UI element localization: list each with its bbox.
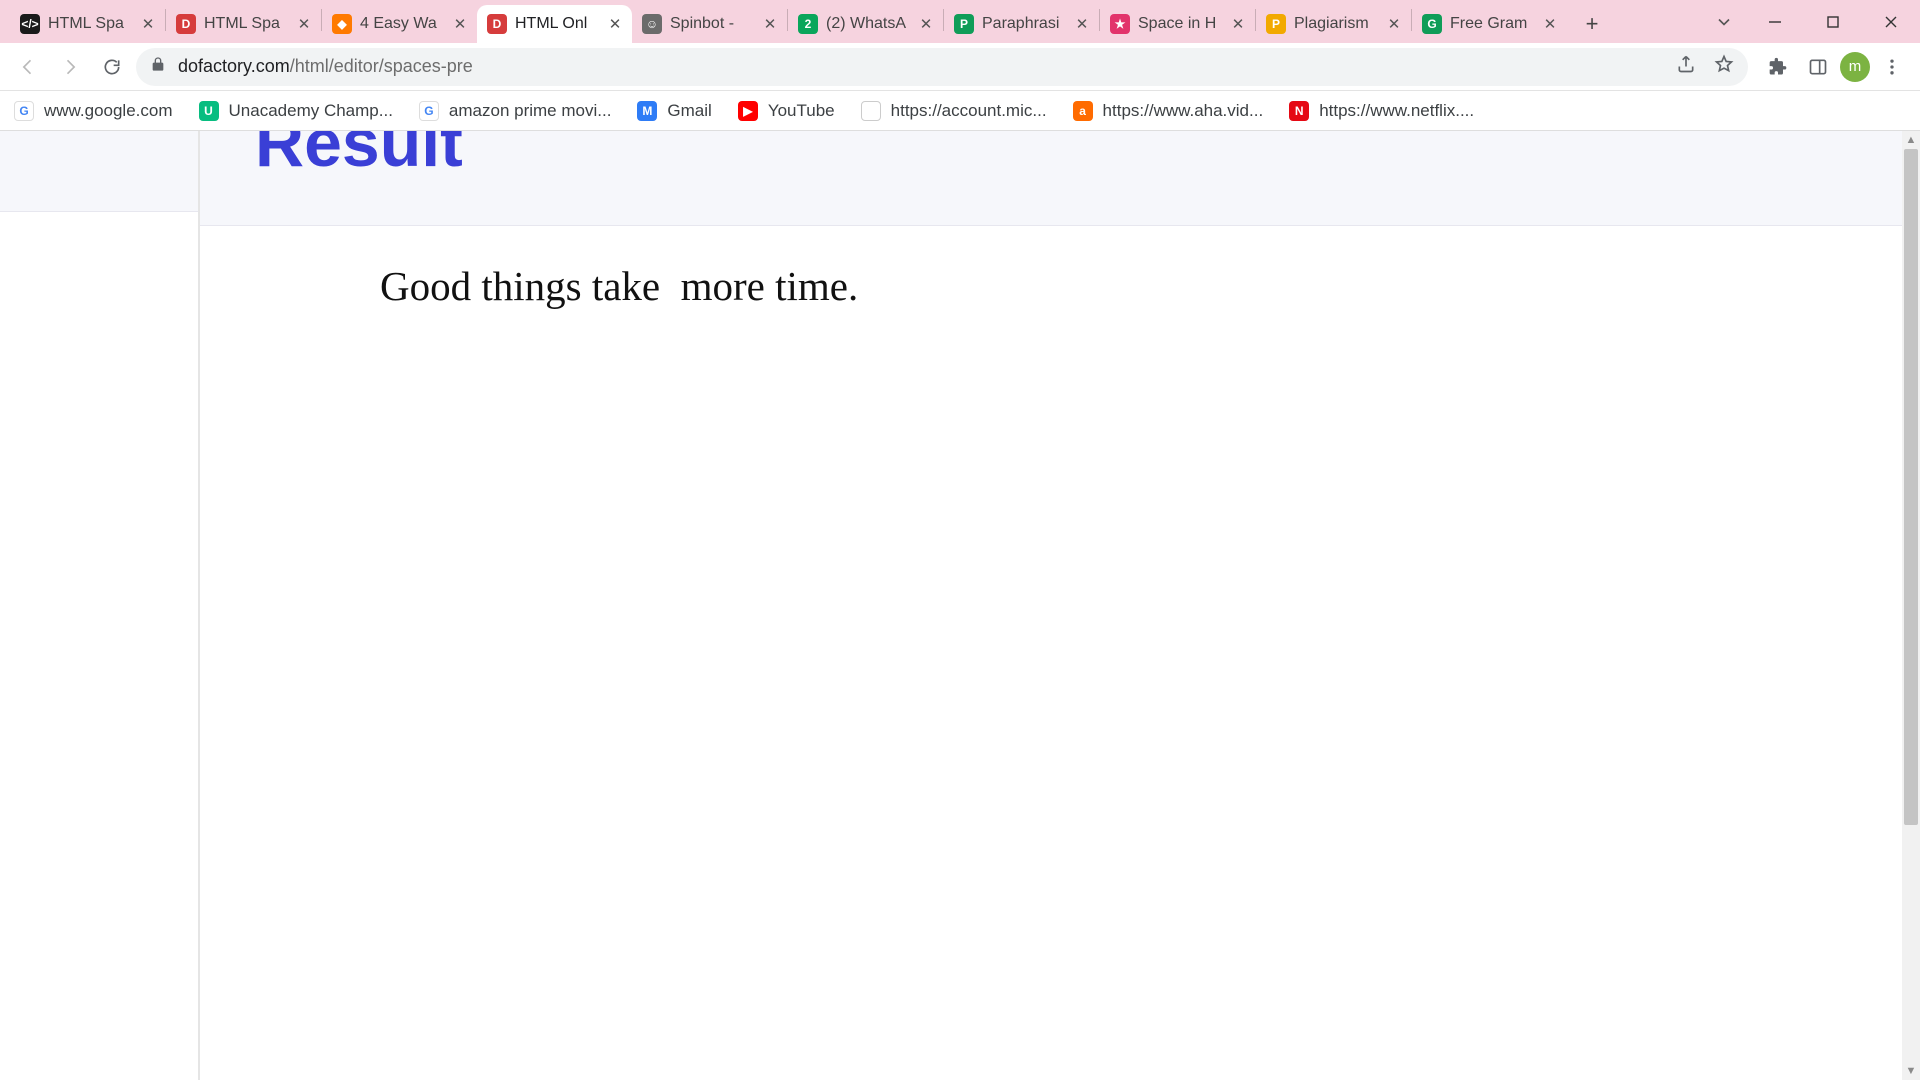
bookmark-star-icon[interactable] bbox=[1714, 54, 1734, 79]
browser-tab[interactable]: G Free Gram ✕ bbox=[1412, 5, 1567, 43]
bookmarks-bar: Gwww.google.com U Unacademy Champ... Gamazo… bbox=[0, 91, 1920, 131]
browser-tab[interactable]: </> HTML Spa ✕ bbox=[10, 5, 165, 43]
bookmark-favicon-icon: a bbox=[1073, 101, 1093, 121]
scrollbar-thumb[interactable] bbox=[1904, 149, 1918, 825]
bookmark-favicon-icon: G bbox=[419, 101, 439, 121]
tab-favicon-icon: D bbox=[487, 14, 507, 34]
browser-tab[interactable]: D HTML Spa ✕ bbox=[166, 5, 321, 43]
bookmark-label: Unacademy Champ... bbox=[229, 101, 393, 121]
extensions-button[interactable] bbox=[1760, 49, 1796, 85]
browser-tab[interactable]: D HTML Onl ✕ bbox=[477, 5, 632, 43]
bookmark-item[interactable]: Gamazon prime movi... bbox=[419, 101, 612, 121]
tab-label: HTML Spa bbox=[48, 15, 131, 33]
tab-label: Plagiarism bbox=[1294, 15, 1377, 33]
tab-close-button[interactable]: ✕ bbox=[606, 15, 624, 33]
tab-label: Paraphrasi bbox=[982, 15, 1065, 33]
browser-tab[interactable]: 2 (2) WhatsA ✕ bbox=[788, 5, 943, 43]
bookmark-item[interactable]: ▶ YouTube bbox=[738, 101, 835, 121]
tab-label: Space in H bbox=[1138, 15, 1221, 33]
tab-close-button[interactable]: ✕ bbox=[139, 15, 157, 33]
tab-label: 4 Easy Wa bbox=[360, 15, 443, 33]
url-text: dofactory.com/html/editor/spaces-pre bbox=[178, 56, 1664, 77]
tab-favicon-icon: </> bbox=[20, 14, 40, 34]
tab-label: Free Gram bbox=[1450, 15, 1533, 33]
browser-tab[interactable]: P Paraphrasi ✕ bbox=[944, 5, 1099, 43]
tab-favicon-icon: P bbox=[1266, 14, 1286, 34]
tab-favicon-icon: ☺ bbox=[642, 14, 662, 34]
url-host: dofactory.com bbox=[178, 56, 290, 76]
url-path: /html/editor/spaces-pre bbox=[290, 56, 473, 76]
bookmark-favicon-icon: U bbox=[199, 101, 219, 121]
window-controls bbox=[1702, 0, 1920, 43]
bookmark-label: https://account.mic... bbox=[891, 101, 1047, 121]
scroll-down-arrow-icon[interactable]: ▼ bbox=[1902, 1062, 1920, 1080]
tab-label: Spinbot - bbox=[670, 15, 753, 33]
bookmark-item[interactable]: M Gmail bbox=[637, 101, 711, 121]
tab-close-button[interactable]: ✕ bbox=[451, 15, 469, 33]
reload-button[interactable] bbox=[94, 49, 130, 85]
tab-favicon-icon: P bbox=[954, 14, 974, 34]
share-icon[interactable] bbox=[1676, 54, 1696, 79]
side-panel-button[interactable] bbox=[1800, 49, 1836, 85]
bookmark-favicon-icon: G bbox=[14, 101, 34, 121]
profile-avatar[interactable]: m bbox=[1840, 52, 1870, 82]
address-bar[interactable]: dofactory.com/html/editor/spaces-pre bbox=[136, 48, 1748, 86]
tab-close-button[interactable]: ✕ bbox=[1385, 15, 1403, 33]
tab-favicon-icon: G bbox=[1422, 14, 1442, 34]
lock-icon bbox=[150, 56, 166, 77]
browser-tab[interactable]: ☺ Spinbot - ✕ bbox=[632, 5, 787, 43]
bookmark-item[interactable]: Gwww.google.com bbox=[14, 101, 173, 121]
window-close-button[interactable] bbox=[1862, 0, 1920, 43]
bookmark-item[interactable]: Nhttps://www.netflix.... bbox=[1289, 101, 1474, 121]
tab-label: HTML Onl bbox=[515, 15, 598, 33]
bookmark-item[interactable]: ⊞ https://account.mic... bbox=[861, 101, 1047, 121]
tab-close-button[interactable]: ✕ bbox=[761, 15, 779, 33]
result-pane: Result Good things take more time. bbox=[200, 131, 1920, 1080]
tab-close-button[interactable]: ✕ bbox=[1541, 15, 1559, 33]
tab-label: (2) WhatsA bbox=[826, 15, 909, 33]
tab-favicon-icon: ◆ bbox=[332, 14, 352, 34]
vertical-scrollbar[interactable]: ▲ ▼ bbox=[1902, 131, 1920, 1080]
forward-button[interactable] bbox=[52, 49, 88, 85]
window-maximize-button[interactable] bbox=[1804, 0, 1862, 43]
bookmark-label: https://www.netflix.... bbox=[1319, 101, 1474, 121]
bookmark-label: www.google.com bbox=[44, 101, 173, 121]
bookmark-favicon-icon: M bbox=[637, 101, 657, 121]
scrollbar-track[interactable] bbox=[1902, 149, 1920, 1062]
result-output-text: Good things take more time. bbox=[200, 226, 1920, 310]
result-header: Result bbox=[200, 131, 1920, 226]
bookmark-favicon-icon: ▶ bbox=[738, 101, 758, 121]
bookmark-label: amazon prime movi... bbox=[449, 101, 612, 121]
bookmark-favicon-icon: ⊞ bbox=[861, 101, 881, 121]
tab-close-button[interactable]: ✕ bbox=[917, 15, 935, 33]
bookmark-item[interactable]: U Unacademy Champ... bbox=[199, 101, 393, 121]
tab-label: HTML Spa bbox=[204, 15, 287, 33]
editor-left-gutter bbox=[0, 131, 200, 1080]
tab-close-button[interactable]: ✕ bbox=[1229, 15, 1247, 33]
toolbar: dofactory.com/html/editor/spaces-pre m bbox=[0, 43, 1920, 91]
result-title: Result bbox=[255, 131, 463, 177]
chrome-menu-button[interactable] bbox=[1874, 49, 1910, 85]
tab-close-button[interactable]: ✕ bbox=[295, 15, 313, 33]
new-tab-button[interactable]: + bbox=[1575, 7, 1609, 41]
browser-tab[interactable]: ◆ 4 Easy Wa ✕ bbox=[322, 5, 477, 43]
back-button[interactable] bbox=[10, 49, 46, 85]
tab-strip: </> HTML Spa ✕ D HTML Spa ✕ ◆ 4 Easy Wa ✕ D HTML O… bbox=[0, 0, 1920, 43]
bookmark-item[interactable]: a https://www.aha.vid... bbox=[1073, 101, 1264, 121]
browser-tab[interactable]: ★ Space in H ✕ bbox=[1100, 5, 1255, 43]
avatar-letter: m bbox=[1849, 58, 1862, 75]
bookmark-label: Gmail bbox=[667, 101, 711, 121]
tab-search-button[interactable] bbox=[1702, 0, 1746, 43]
window-minimize-button[interactable] bbox=[1746, 0, 1804, 43]
scroll-up-arrow-icon[interactable]: ▲ bbox=[1902, 131, 1920, 149]
page-viewport: Result Good things take more time. ▲ ▼ bbox=[0, 131, 1920, 1080]
bookmark-favicon-icon: N bbox=[1289, 101, 1309, 121]
browser-tab[interactable]: P Plagiarism ✕ bbox=[1256, 5, 1411, 43]
tab-close-button[interactable]: ✕ bbox=[1073, 15, 1091, 33]
tab-favicon-icon: 2 bbox=[798, 14, 818, 34]
tab-favicon-icon: D bbox=[176, 14, 196, 34]
tab-favicon-icon: ★ bbox=[1110, 14, 1130, 34]
bookmark-label: YouTube bbox=[768, 101, 835, 121]
bookmark-label: https://www.aha.vid... bbox=[1103, 101, 1264, 121]
